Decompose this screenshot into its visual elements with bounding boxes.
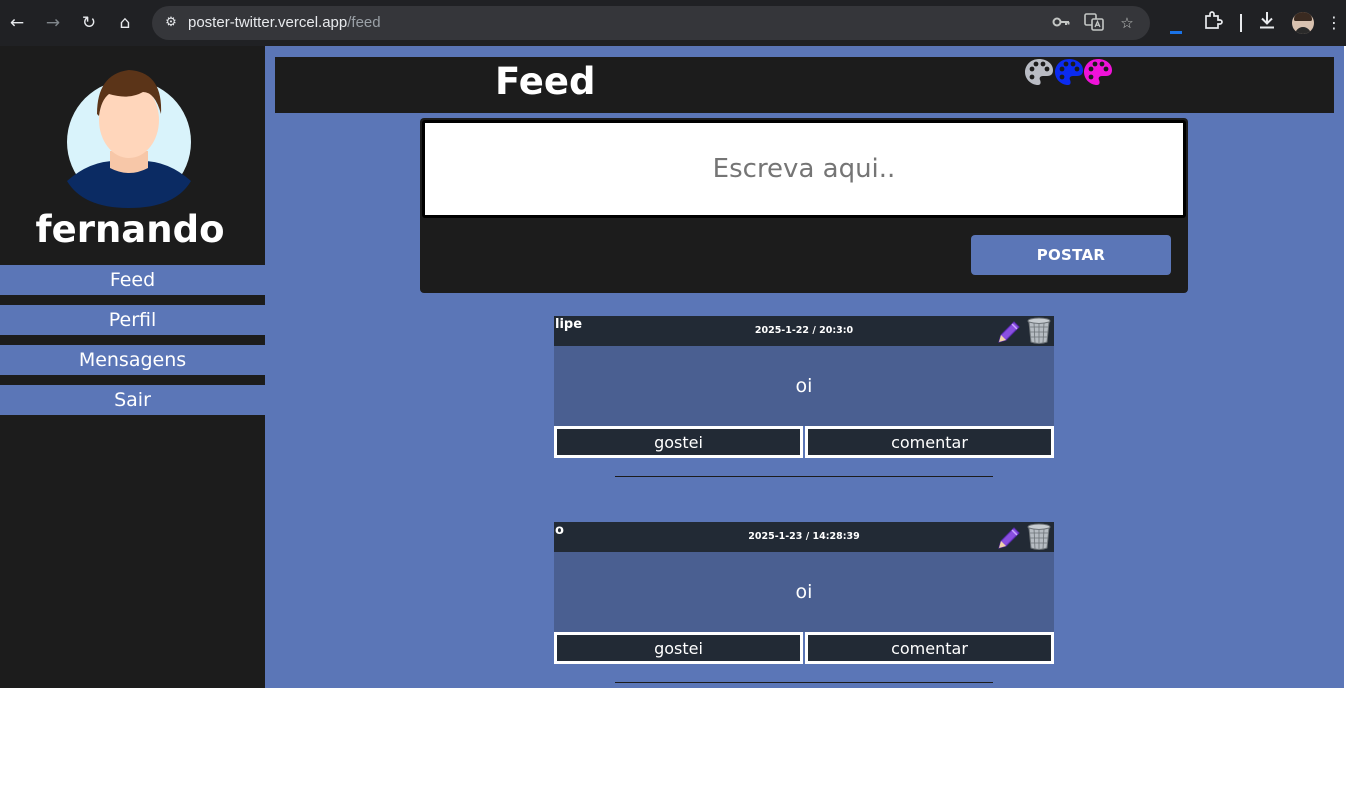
delete-trash-icon[interactable] [1026,523,1052,551]
forward-icon[interactable]: → [40,10,66,36]
post-header: o 2025-1-23 / 14:28:39 [554,522,1054,552]
post-divider [615,476,993,477]
password-key-icon[interactable] [1050,12,1072,34]
url-path: /feed [347,14,381,31]
post-actions: gostei comentar [554,426,1054,458]
more-menu-icon[interactable]: ⋮ [1326,10,1342,36]
extensions-icon[interactable] [1200,10,1226,36]
user-avatar [55,56,195,208]
reload-icon[interactable]: ↻ [76,10,102,36]
page-title: Feed [495,60,596,103]
profile-avatar[interactable] [1292,12,1314,34]
site-settings-icon[interactable]: ⚙ [160,12,182,34]
sidebar-item-perfil[interactable]: Perfil [0,305,265,335]
post-composer: POSTAR [420,118,1188,293]
browser-toolbar: ← → ↻ ⌂ ⚙ poster-twitter.vercel.app/feed… [0,0,1346,46]
minimize-indicator-icon[interactable] [1168,20,1184,34]
post-card: lipe 2025-1-22 / 20:3:0 oi gostei coment… [554,316,1054,458]
like-button[interactable]: gostei [554,426,803,458]
post-date: 2025-1-22 / 20:3:0 [754,325,854,336]
edit-pencil-icon[interactable] [996,525,1022,551]
page-viewport: fernando Feed Perfil Mensagens Sair Feed… [0,46,1346,688]
sidebar-item-mensagens[interactable]: Mensagens [0,345,265,375]
blue-palette-icon[interactable] [1054,57,1084,87]
post-content: oi [554,552,1054,632]
address-bar[interactable]: ⚙ poster-twitter.vercel.app/feed ☆ [152,6,1150,40]
post-date: 2025-1-23 / 14:28:39 [748,531,860,542]
post-divider [615,682,993,683]
sidebar-item-sair[interactable]: Sair [0,385,265,415]
comment-button[interactable]: comentar [805,426,1054,458]
sidebar-menu: Feed Perfil Mensagens Sair [0,265,265,425]
comment-button[interactable]: comentar [805,632,1054,664]
like-button[interactable]: gostei [554,632,803,664]
post-content: oi [554,346,1054,426]
url-host: poster-twitter.vercel.app [188,14,348,31]
edit-pencil-icon[interactable] [996,319,1022,345]
sidebar-item-feed[interactable]: Feed [0,265,265,295]
magenta-palette-icon[interactable] [1083,57,1113,87]
downloads-icon[interactable] [1254,10,1280,36]
post-input[interactable] [422,120,1186,218]
post-card: o 2025-1-23 / 14:28:39 oi gostei comenta… [554,522,1054,664]
home-icon[interactable]: ⌂ [112,10,138,36]
bookmark-star-icon[interactable]: ☆ [1116,12,1138,34]
delete-trash-icon[interactable] [1026,317,1052,345]
post-actions: gostei comentar [554,632,1054,664]
toolbar-separator [1240,14,1242,32]
post-header: lipe 2025-1-22 / 20:3:0 [554,316,1054,346]
gray-palette-icon[interactable] [1024,57,1054,87]
back-icon[interactable]: ← [4,10,30,36]
username: fernando [35,208,225,251]
url-text[interactable]: poster-twitter.vercel.app/feed [188,14,381,31]
post-button[interactable]: POSTAR [971,235,1171,275]
page-header: Feed [275,57,1334,113]
sidebar: fernando Feed Perfil Mensagens Sair [0,46,265,688]
translate-icon[interactable] [1083,12,1105,34]
